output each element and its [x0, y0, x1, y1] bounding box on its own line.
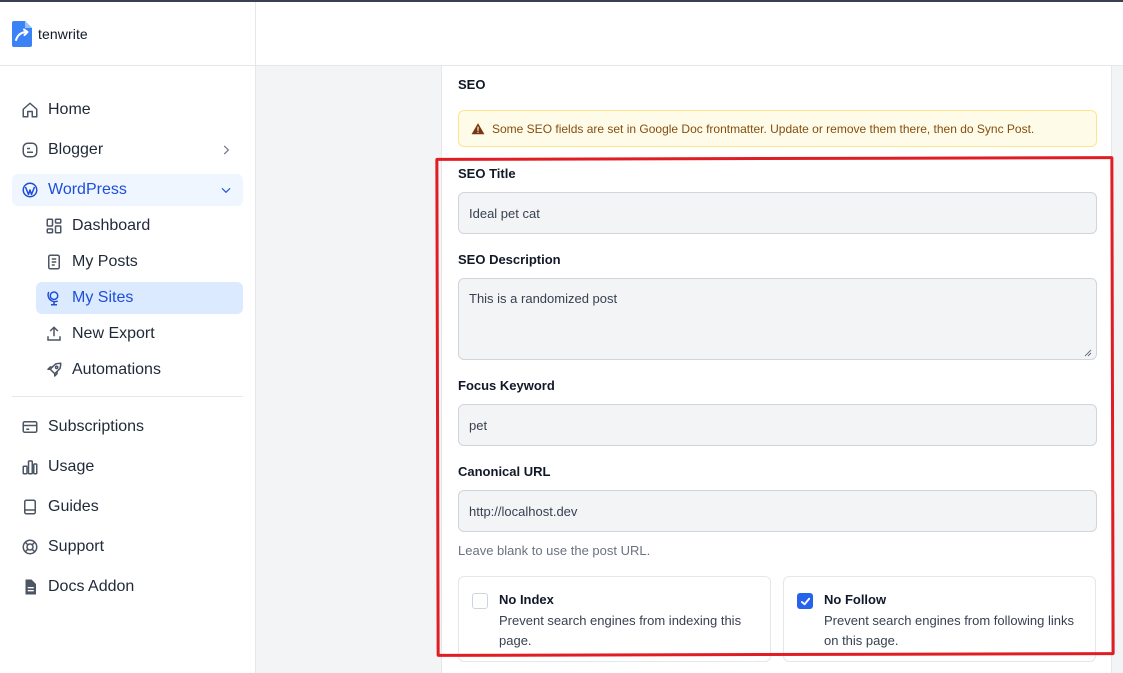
nav-item-label: Blogger [48, 141, 104, 158]
home-icon [20, 100, 40, 120]
main-nav: Home Blogger WordPress Dashboard My Post… [0, 66, 255, 603]
nav-item-usage[interactable]: Usage [12, 451, 243, 483]
no-follow-option[interactable]: No Follow Prevent search engines from fo… [783, 576, 1096, 662]
nav-item-blogger[interactable]: Blogger [12, 134, 243, 166]
no-index-description: Prevent search engines from indexing thi… [499, 613, 742, 648]
rocket-icon [44, 360, 64, 380]
chevron-right-icon [223, 145, 230, 155]
nav-item-home[interactable]: Home [12, 94, 243, 126]
globe-stand-icon [44, 288, 64, 308]
file-icon [20, 577, 40, 597]
no-follow-title: No Follow [824, 592, 887, 607]
resize-handle-icon[interactable] [1084, 349, 1092, 357]
seo-title-input[interactable] [458, 192, 1097, 234]
dashboard-icon [44, 216, 64, 236]
nav-item-label: New Export [72, 325, 155, 342]
wordpress-submenu: Dashboard My Posts My Sites New Export A… [36, 210, 243, 386]
nav-item-dashboard[interactable]: Dashboard [36, 210, 243, 242]
nav-item-label: Usage [48, 458, 95, 475]
no-follow-checkbox[interactable] [797, 593, 813, 609]
nav-item-label: Subscriptions [48, 418, 145, 435]
seo-description-label: SEO Description [458, 252, 561, 267]
nav-item-guides[interactable]: Guides [12, 491, 243, 523]
checkmark-icon [800, 597, 811, 606]
no-index-option[interactable]: No Index Prevent search engines from ind… [458, 576, 771, 662]
nav-item-automations[interactable]: Automations [36, 354, 243, 386]
nav-item-subscriptions[interactable]: Subscriptions [12, 411, 243, 443]
nav-item-my-posts[interactable]: My Posts [36, 246, 243, 278]
nav-item-support[interactable]: Support [12, 531, 243, 563]
seo-description-textarea[interactable]: This is a randomized post [458, 278, 1097, 360]
brand[interactable]: tenwrite [0, 2, 255, 66]
upload-icon [44, 324, 64, 344]
nav-item-label: Dashboard [72, 217, 151, 234]
no-follow-description: Prevent search engines from following li… [824, 613, 1075, 648]
nav-item-label: Automations [72, 361, 161, 378]
nav-item-label: Home [48, 101, 91, 118]
nav-item-label: Guides [48, 498, 99, 515]
focus-keyword-input[interactable] [458, 404, 1097, 446]
nav-item-label: Support [48, 538, 105, 555]
seo-title-label: SEO Title [458, 166, 516, 181]
wordpress-icon [20, 180, 40, 200]
nav-item-label: My Posts [72, 253, 138, 270]
no-index-checkbox[interactable] [472, 593, 488, 609]
nav-item-label: My Sites [72, 289, 134, 306]
chevron-down-icon [221, 187, 231, 194]
warning-triangle-icon [471, 122, 485, 134]
nav-item-label: WordPress [48, 181, 127, 198]
nav-item-new-export[interactable]: New Export [36, 318, 243, 350]
lifebuoy-icon [20, 537, 40, 557]
canonical-url-hint: Leave blank to use the post URL. [458, 543, 651, 558]
canonical-url-input[interactable] [458, 490, 1097, 532]
seo-settings-card: SEO Some SEO fields are set in Google Do… [441, 66, 1112, 673]
nav-divider [12, 396, 243, 397]
canonical-url-label: Canonical URL [458, 464, 551, 479]
no-index-title: No Index [499, 592, 554, 607]
brand-name: tenwrite [38, 25, 88, 42]
seo-warning-alert: Some SEO fields are set in Google Doc fr… [458, 110, 1097, 147]
credit-card-icon [20, 417, 40, 437]
nav-item-docs-addon[interactable]: Docs Addon [12, 571, 243, 603]
bar-chart-icon [20, 457, 40, 477]
warning-text: Some SEO fields are set in Google Doc fr… [492, 121, 1035, 136]
seo-section-title: SEO [458, 77, 486, 92]
nav-item-my-sites[interactable]: My Sites [36, 282, 243, 314]
sidebar: tenwrite Home Blogger WordPress Dashboar… [0, 2, 256, 673]
tenwrite-logo-icon [12, 20, 32, 47]
focus-keyword-label: Focus Keyword [458, 378, 555, 393]
nav-item-label: Docs Addon [48, 578, 135, 595]
nav-item-wordpress[interactable]: WordPress [12, 174, 243, 206]
top-header [256, 2, 1123, 66]
document-icon [44, 252, 64, 272]
book-icon [20, 497, 40, 517]
blogger-icon [20, 140, 40, 160]
